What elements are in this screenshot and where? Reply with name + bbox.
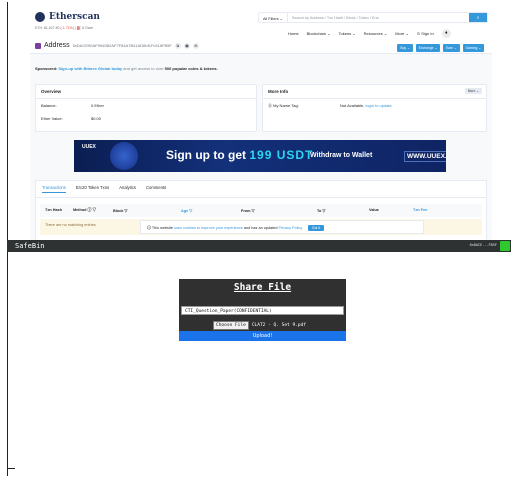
user-avatar-icon[interactable]: [500, 241, 510, 251]
file-title-input[interactable]: CTI_Question_Paper(CONFIDENTIAL): [181, 306, 344, 315]
address-label: Address: [44, 42, 70, 49]
choose-file-button[interactable]: Choose File: [213, 321, 249, 330]
eth-price-change: (-1.71%): [60, 26, 74, 30]
sponsored-line: Sponsored: Sign-up with Bitmex Global to…: [35, 66, 218, 71]
ether-value-label: Ether Value:: [41, 116, 63, 121]
qr-code-icon[interactable]: ▦: [183, 42, 190, 49]
earn-button[interactable]: Earn ⌄: [443, 44, 460, 52]
tab-transactions[interactable]: Transactions: [42, 185, 66, 193]
more-info-button[interactable]: More ⌄: [464, 88, 482, 94]
eth-price-value: ETH: $1,627.80: [35, 26, 60, 30]
address-heading: Address 0xDACE90AF9940B2AF7F64A7B41AD6bf…: [35, 42, 199, 49]
more-info-header: More Info More ⌄: [263, 85, 486, 99]
gas-price: | ⛽ 8 Gwei: [74, 26, 94, 30]
exchange-button[interactable]: Exchange ⌄: [415, 44, 441, 52]
search-icon: ⌕: [476, 15, 480, 21]
share-file-title: Share File: [233, 282, 292, 293]
sponsored-link[interactable]: Sign-up with Bitmex Global today: [58, 66, 122, 71]
eth-network-icon[interactable]: ♦: [441, 29, 451, 38]
copy-icon[interactable]: ⧉: [174, 42, 181, 49]
chosen-file-name: CLAT2 - Q. Set 9.pdf: [251, 323, 306, 328]
nav-blockchain[interactable]: Blockchain ⌄: [307, 31, 331, 36]
comment-icon[interactable]: ✉: [192, 42, 199, 49]
nav-home[interactable]: Home: [288, 31, 299, 36]
nav-resources[interactable]: Resources ⌄: [364, 31, 388, 36]
more-info-card: More Info More ⌄ ⓪ My Name Tag: Not Avai…: [262, 84, 487, 132]
safebin-navbar: SafeBin 0x0ACE...FB5F: [7, 240, 511, 252]
frame-corner: [7, 468, 15, 469]
tab-erc20[interactable]: Erc20 Token Txns: [76, 185, 109, 193]
cookie-middle: and has an updated: [243, 226, 278, 230]
cookie-prefix: 🛈 This website: [147, 226, 173, 230]
safebin-title[interactable]: SafeBin: [15, 242, 45, 250]
name-tag-row: ⓪ My Name Tag: Not Available, login to u…: [263, 99, 486, 113]
buy-button[interactable]: Buy ⌄: [397, 44, 413, 52]
etherscan-logo[interactable]: Etherscan: [35, 12, 100, 22]
col-txn-hash: Txn Hash: [45, 208, 63, 212]
col-block[interactable]: Block ▽: [113, 208, 181, 213]
balance-label: Balance:: [41, 103, 57, 108]
upload-button[interactable]: Upload!: [179, 331, 346, 341]
main-nav: Home Blockchain ⌄ Tokens ⌄ Resources ⌄ M…: [288, 29, 451, 38]
name-tag-login-link[interactable]: login to update: [366, 103, 392, 109]
col-value: Value: [369, 208, 379, 212]
col-txn-fee[interactable]: Txn Fee: [413, 208, 427, 213]
ether-value-row: Ether Value: $0.00: [36, 112, 256, 125]
transactions-card: Transactions Erc20 Token Txns Analytics …: [35, 180, 487, 240]
col-age[interactable]: Age ▽: [181, 208, 241, 213]
table-header: Txn Hash Method ⓘ ▽ Block ▽ Age ▽ From ▽…: [40, 204, 482, 217]
cookie-link[interactable]: uses cookies to improve your experience: [174, 226, 243, 230]
banner-amount: 199 USDT: [249, 148, 314, 162]
etherscan-logo-icon: [35, 12, 45, 22]
cookie-notice: 🛈 This website uses cookies to improve y…: [140, 220, 424, 234]
search-button[interactable]: ⌕: [469, 13, 487, 22]
name-tag-label: ⓪ My Name Tag:: [268, 103, 299, 108]
empty-row: There are no matching entries 🛈 This web…: [40, 219, 482, 235]
ether-value-value: $0.00: [91, 116, 102, 121]
nav-sign-in[interactable]: ⊙ Sign In: [417, 31, 434, 36]
name-tag-value: Not Available,: [340, 103, 365, 108]
tab-analytics[interactable]: Analytics: [119, 185, 136, 193]
empty-text: There are no matching entries: [45, 223, 96, 227]
etherscan-logo-text: Etherscan: [49, 12, 100, 22]
balance-row: Balance: 0 Ether: [36, 99, 256, 112]
balance-value: 0 Ether: [91, 103, 104, 108]
safebin-wallet-address: 0x0ACE...FB5F: [469, 243, 497, 247]
sponsored-label: Sponsored:: [35, 66, 58, 71]
tab-bar: Transactions Erc20 Token Txns Analytics …: [36, 181, 486, 198]
share-file-form: Share File CTI_Question_Paper(CONFIDENTI…: [179, 279, 346, 341]
banner-coin-icon: [110, 142, 138, 170]
gaming-button[interactable]: Gaming ⌄: [462, 44, 484, 52]
search-input[interactable]: Search by Address / Txn Hash / Block / T…: [288, 13, 469, 22]
banner-headline-prefix: Sign up to get: [166, 148, 246, 162]
search-filter-select[interactable]: All Filters ⌄: [259, 13, 288, 22]
banner-headline: Sign up to get 199 USDT: [166, 148, 313, 162]
privacy-policy-link[interactable]: Privacy Policy.: [279, 226, 303, 230]
page: Etherscan ETH: $1,627.80 (-1.71%) | ⛽ 8 …: [0, 0, 516, 482]
col-to[interactable]: To ▽: [317, 208, 369, 213]
nav-tokens[interactable]: Tokens ⌄: [338, 31, 355, 36]
eth-price: ETH: $1,627.80 (-1.71%) | ⛽ 8 Gwei: [35, 26, 93, 30]
etherscan-header: Etherscan ETH: $1,627.80 (-1.71%) | ⛽ 8 …: [30, 8, 492, 54]
more-info-title: More Info: [268, 89, 289, 94]
banner-side-text: Withdraw to Wallet: [310, 152, 373, 159]
nav-more[interactable]: More ⌄: [395, 31, 409, 36]
col-from[interactable]: From ▽: [241, 208, 317, 213]
address-action-buttons: Buy ⌄ Exchange ⌄ Earn ⌄ Gaming ⌄: [397, 44, 484, 52]
etherscan-pane: Etherscan ETH: $1,627.80 (-1.71%) | ⛽ 8 …: [30, 8, 492, 240]
banner-url: WWW.UUEX.COM: [404, 151, 446, 162]
overview-card: Overview Balance: 0 Ether Ether Value: $…: [35, 84, 257, 132]
address-hash: 0xDACE90AF9940B2AF7F64A7B41AD6bf1Fc516FB…: [72, 43, 172, 48]
overview-title: Overview: [36, 85, 256, 99]
banner-logo: UUEX: [82, 144, 96, 150]
address-avatar: [35, 42, 41, 49]
ad-banner[interactable]: UUEX Sign up to get 199 USDT Withdraw to…: [74, 140, 446, 172]
cookie-accept-button[interactable]: Got it: [308, 225, 324, 231]
sponsored-text: and get access to over: [123, 66, 164, 71]
file-picker: Choose File CLAT2 - Q. Set 9.pdf: [213, 321, 306, 330]
col-method[interactable]: Method ⓘ ▽: [73, 208, 113, 213]
tab-comments[interactable]: Comments: [146, 185, 166, 193]
sponsored-bold: 500 popular coins & tokens.: [164, 66, 218, 71]
etherscan-search: All Filters ⌄ Search by Address / Txn Ha…: [258, 12, 488, 23]
